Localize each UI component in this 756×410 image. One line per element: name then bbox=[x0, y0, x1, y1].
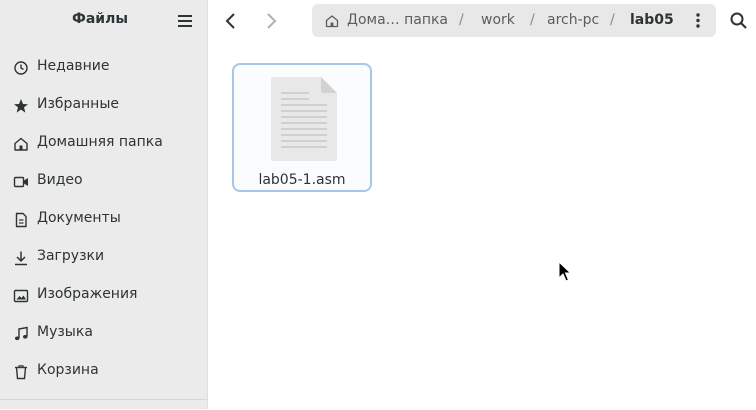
text-file-icon bbox=[271, 77, 337, 161]
sidebar-item-label: Избранные bbox=[37, 96, 119, 112]
path-bar: Дома… папка / work / arch-pc / lab05 bbox=[312, 4, 716, 37]
recent-icon bbox=[14, 61, 28, 75]
main-menu-icon[interactable] bbox=[176, 13, 194, 29]
trash-icon bbox=[15, 365, 27, 380]
breadcrumb-separator: / bbox=[530, 12, 535, 28]
sidebar-item-label: Загрузки bbox=[37, 248, 105, 264]
star-icon bbox=[14, 99, 28, 113]
image-icon bbox=[13, 289, 29, 303]
file-view[interactable]: lab05-1.asm bbox=[208, 42, 756, 409]
home-icon bbox=[14, 137, 28, 151]
sidebar-item-label: Музыка bbox=[37, 324, 93, 340]
app-title: Файлы bbox=[71, 11, 129, 27]
breadcrumb-work[interactable]: work bbox=[481, 12, 515, 28]
sidebar-item-videos[interactable]: Видео bbox=[0, 163, 207, 201]
file-item[interactable]: lab05-1.asm bbox=[232, 63, 372, 192]
sidebar-item-starred[interactable]: Избранные bbox=[0, 87, 207, 125]
sidebar-item-pictures[interactable]: Изображения bbox=[0, 277, 207, 315]
breadcrumb-arch-pc[interactable]: arch-pc bbox=[547, 12, 599, 28]
sidebar-item-label: Домашняя папка bbox=[37, 134, 163, 150]
sidebar-item-downloads[interactable]: Загрузки bbox=[0, 239, 207, 277]
breadcrumb-separator: / bbox=[459, 12, 464, 28]
breadcrumb-current[interactable]: lab05 bbox=[630, 12, 674, 28]
header-bar: Дома… папка / work / arch-pc / lab05 bbox=[208, 0, 756, 42]
back-button[interactable] bbox=[219, 9, 243, 33]
breadcrumb-home[interactable]: Дома… папка bbox=[347, 12, 448, 28]
mouse-cursor-icon bbox=[558, 261, 572, 282]
music-icon bbox=[15, 326, 28, 341]
breadcrumb-separator: / bbox=[610, 12, 615, 28]
sidebar-item-home[interactable]: Домашняя папка bbox=[0, 125, 207, 163]
file-name: lab05-1.asm bbox=[258, 172, 346, 188]
sidebar-item-label: Изображения bbox=[37, 286, 138, 302]
sidebar-item-recent[interactable]: Недавние bbox=[0, 49, 207, 87]
folder-menu-icon[interactable] bbox=[692, 12, 704, 29]
sidebar-item-trash[interactable]: Корзина bbox=[0, 353, 207, 391]
search-icon[interactable] bbox=[729, 11, 749, 31]
sidebar-item-label: Видео bbox=[37, 172, 83, 188]
sidebar-divider bbox=[0, 399, 207, 410]
document-icon bbox=[15, 212, 27, 228]
places-list: Недавние Избранные Домашняя папка Видео bbox=[0, 49, 207, 391]
forward-button[interactable] bbox=[259, 9, 283, 33]
sidebar-header: Файлы bbox=[0, 0, 207, 42]
sidebar-item-label: Недавние bbox=[37, 58, 110, 74]
sidebar: Файлы Недавние Избранные Домашняя папка … bbox=[0, 0, 208, 409]
sidebar-item-label: Корзина bbox=[37, 362, 99, 378]
sidebar-item-label: Документы bbox=[37, 210, 121, 226]
video-icon bbox=[13, 176, 28, 188]
home-icon bbox=[325, 15, 339, 28]
sidebar-item-documents[interactable]: Документы bbox=[0, 201, 207, 239]
download-icon bbox=[15, 251, 27, 266]
sidebar-item-music[interactable]: Музыка bbox=[0, 315, 207, 353]
